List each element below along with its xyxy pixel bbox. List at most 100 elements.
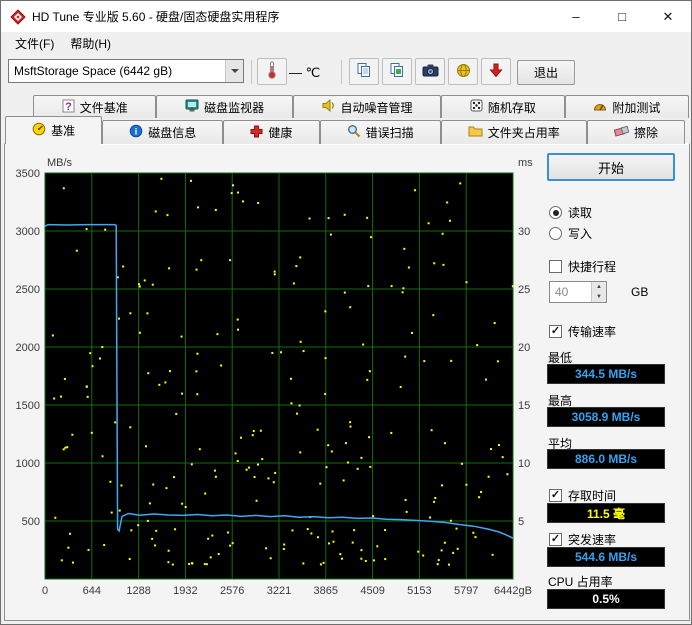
copy-image-button[interactable] [382,58,412,85]
shortstroke-size-input[interactable]: 40 ▲ ▼ [549,281,607,303]
close-button[interactable]: ✕ [645,1,691,32]
write-radio[interactable]: 写入 [549,225,592,242]
chart-canvas: MB/s ms 3500 3000 2500 2000 1500 1000 500 30 25 20 1… [16,157,534,597]
x-axis-tick: 3221 [267,585,291,597]
copy-text-button[interactable] [349,58,379,85]
access-time-dot [356,467,359,470]
access-time-dot [501,456,504,459]
access-time-dot [403,247,406,250]
access-time-dot [171,563,174,566]
chevron-down-icon[interactable] [225,60,243,82]
access-time-dot [248,466,251,469]
start-button[interactable]: 开始 [547,153,675,181]
radio-selected-icon [549,206,562,219]
temperature-button[interactable] [257,58,287,85]
access-time-dot [480,491,483,494]
access-time-dot [181,502,184,505]
tab-benchmark[interactable]: 基准 [5,116,103,144]
access-time-dot [460,462,463,465]
access-time-dot [229,259,232,262]
access-time-checkbox[interactable]: 存取时间 [549,487,616,504]
access-time-dot [146,519,149,522]
access-time-dot [295,265,298,268]
access-time-dot [101,346,104,349]
left-axis-tick: 1000 [16,458,40,470]
hdtune-logo-icon [10,8,26,25]
menu-file[interactable]: 文件(F) [8,33,61,54]
drive-select-value: MsftStorage Space (6442 gB) [14,64,173,78]
access-time-dot [154,210,157,213]
right-axis-unit: ms [518,157,533,169]
access-time-dot [306,528,309,531]
minimize-button[interactable]: – [553,1,599,32]
access-time-dot [404,355,407,358]
tab-health[interactable]: 健康 [223,120,320,144]
menubar: 文件(F) 帮助(H) [1,32,691,54]
access-time-dot [110,511,113,514]
access-time-dot [62,448,65,451]
access-time-dot [166,214,169,217]
gauge-icon [593,99,607,115]
access-time-dot [273,273,276,276]
drive-select-dropdown[interactable]: MsftStorage Space (6442 gB) [8,59,244,83]
transfer-rate-checkbox[interactable]: 传输速率 [549,323,616,340]
access-time-dot [91,365,94,368]
access-time-dot [376,545,379,548]
access-time-dot [155,529,158,532]
tab-disk-info[interactable]: i 磁盘信息 [102,120,224,144]
left-axis-unit: MB/s [47,157,73,169]
tab-random-access[interactable]: 随机存取 [441,95,565,118]
access-time-dot [443,442,446,445]
access-time-dot [478,496,481,499]
access-time-dot [62,187,65,190]
x-axis-tick: 644 [83,585,101,597]
access-time-dot [487,475,490,478]
access-time-dot [319,482,322,485]
access-time-dot [216,333,219,336]
access-time-dot [474,536,477,539]
menu-help[interactable]: 帮助(H) [63,33,118,54]
access-time-dot [401,291,404,294]
access-time-dot [349,425,352,428]
tab-erase[interactable]: 擦除 [586,120,686,144]
read-radio[interactable]: 读取 [549,204,592,221]
speaker-icon [322,98,336,115]
thermometer-icon [266,61,278,82]
access-time-dot [390,285,393,288]
burst-rate-checkbox[interactable]: 突发速率 [549,531,616,548]
shortstroke-checkbox[interactable]: 快捷行程 [549,258,616,275]
update-button[interactable] [481,58,511,85]
screenshot-button[interactable] [415,58,445,85]
access-time-dot [368,436,371,439]
access-time-dot [269,557,272,560]
tab-error-scan[interactable]: 错误扫描 [319,120,441,144]
website-button[interactable] [448,58,478,85]
right-axis-tick: 10 [518,458,530,470]
access-time-dot [339,553,342,556]
tab-row-primary: 基准 i 磁盘信息 健康 错误扫描 文件夹占用率 擦除 [5,116,686,144]
access-time-dot [214,209,217,212]
access-time-dot [384,529,387,532]
maximize-button[interactable]: □ [599,1,645,32]
max-speed-value: 3058.9 MB/s [547,407,665,427]
access-time-dot [493,322,496,325]
access-time-dot [167,549,170,552]
exit-button[interactable]: 退出 [517,60,575,85]
spinner-up-button[interactable]: ▲ [592,282,606,292]
tab-file-benchmark[interactable]: ? 文件基准 [33,95,157,118]
right-axis-tick: 30 [518,226,530,238]
spinner-down-button[interactable]: ▼ [592,292,606,302]
access-time-dot [143,279,146,282]
tab-folder-usage[interactable]: 文件夹占用率 [440,120,587,144]
right-axis-tick: 25 [518,284,530,296]
access-time-dot [290,402,293,405]
tab-extra-tests[interactable]: 附加测试 [564,95,690,118]
access-time-dot [456,547,459,550]
access-time-dot [289,377,292,380]
tab-aam[interactable]: 自动噪音管理 [292,95,442,118]
access-time-dot [327,217,330,220]
access-time-dot [280,351,283,354]
benchmark-chart: MB/s ms 3500 3000 2500 2000 1500 1000 500 30 25 20 1… [11,151,545,617]
access-time-dot [168,267,171,270]
tab-disk-monitor[interactable]: 磁盘监视器 [156,95,293,118]
